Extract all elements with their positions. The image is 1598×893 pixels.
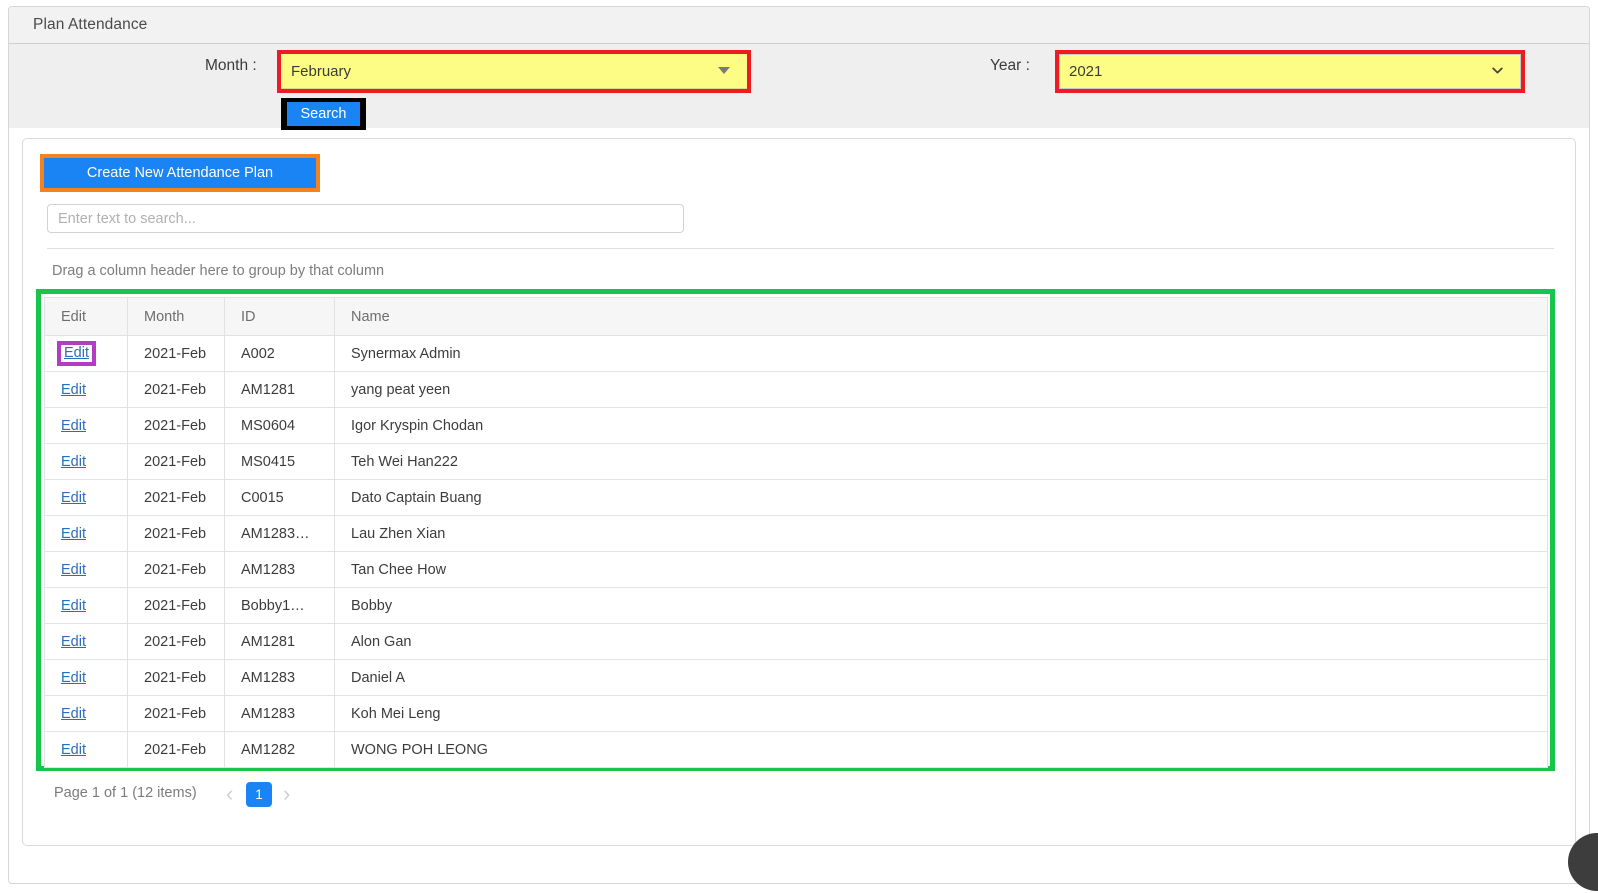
column-header-month[interactable]: Month xyxy=(127,297,225,336)
pagination-info: Page 1 of 1 (12 items) xyxy=(54,785,197,801)
table-row: Edit 2021-Feb AM1281 Alon Gan xyxy=(44,623,1548,660)
cell-name: Synermax Admin xyxy=(334,335,1548,372)
cell-id: C0015 xyxy=(224,479,335,516)
edit-link[interactable]: Edit xyxy=(61,598,86,614)
cell-month: 2021-Feb xyxy=(127,695,225,732)
cell-month: 2021-Feb xyxy=(127,443,225,480)
cell-month: 2021-Feb xyxy=(127,479,225,516)
cell-edit: Edit xyxy=(44,515,128,552)
cell-month: 2021-Feb xyxy=(127,371,225,408)
cell-month: 2021-Feb xyxy=(127,335,225,372)
table-row: Edit 2021-Feb MS0604 Igor Kryspin Chodan xyxy=(44,407,1548,444)
table-row: Edit 2021-Feb AM1281 yang peat yeen xyxy=(44,371,1548,408)
window-title-bar: Plan Attendance xyxy=(9,7,1589,44)
edit-link[interactable]: Edit xyxy=(61,454,86,470)
cell-edit: Edit xyxy=(44,551,128,588)
table-row: Edit 2021-Feb A002 Synermax Admin xyxy=(44,335,1548,372)
cell-name: Bobby xyxy=(334,587,1548,624)
cell-id: AM1281 xyxy=(224,371,335,408)
cell-edit: Edit xyxy=(44,335,128,372)
pagination-prev-icon[interactable]: ‹ xyxy=(226,783,233,805)
cell-month: 2021-Feb xyxy=(127,515,225,552)
cell-month: 2021-Feb xyxy=(127,587,225,624)
page-title: Plan Attendance xyxy=(33,16,148,33)
table-row: Edit 2021-Feb Bobby1… Bobby xyxy=(44,587,1548,624)
cell-edit: Edit xyxy=(44,623,128,660)
table-row: Edit 2021-Feb AM1283 Daniel A xyxy=(44,659,1548,696)
cell-edit: Edit xyxy=(44,695,128,732)
toolbar-divider xyxy=(47,248,1554,249)
table-row: Edit 2021-Feb C0015 Dato Captain Buang xyxy=(44,479,1548,516)
cell-edit: Edit xyxy=(44,479,128,516)
cell-month: 2021-Feb xyxy=(127,623,225,660)
cell-edit: Edit xyxy=(44,443,128,480)
cell-edit: Edit xyxy=(44,659,128,696)
cell-name: Tan Chee How xyxy=(334,551,1548,588)
cell-edit: Edit xyxy=(44,371,128,408)
table-header-row: Edit Month ID Name xyxy=(44,297,1548,336)
table-row: Edit 2021-Feb MS0415 Teh Wei Han222 xyxy=(44,443,1548,480)
edit-link[interactable]: Edit xyxy=(61,526,86,542)
cell-id: AM1283 xyxy=(224,695,335,732)
cell-id: AM1283… xyxy=(224,515,335,552)
table-row: Edit 2021-Feb AM1283… Lau Zhen Xian xyxy=(44,515,1548,552)
create-new-attendance-plan-button[interactable]: Create New Attendance Plan xyxy=(44,158,316,188)
month-select[interactable]: February xyxy=(281,54,747,89)
attendance-grid-body: Edit 2021-Feb A002 Synermax Admin Edit 2… xyxy=(44,335,1548,768)
cell-month: 2021-Feb xyxy=(127,731,225,768)
year-label: Year : xyxy=(990,57,1030,74)
cell-name: Daniel A xyxy=(334,659,1548,696)
cell-name: Alon Gan xyxy=(334,623,1548,660)
cell-name: yang peat yeen xyxy=(334,371,1548,408)
month-label: Month : xyxy=(205,57,257,74)
cell-edit: Edit xyxy=(44,731,128,768)
edit-link[interactable]: Edit xyxy=(61,634,86,650)
cell-name: Koh Mei Leng xyxy=(334,695,1548,732)
cell-month: 2021-Feb xyxy=(127,407,225,444)
cell-id: AM1281 xyxy=(224,623,335,660)
edit-link[interactable]: Edit xyxy=(61,382,86,398)
edit-link[interactable]: Edit xyxy=(61,562,86,578)
cell-id: MS0415 xyxy=(224,443,335,480)
cell-name: Lau Zhen Xian xyxy=(334,515,1548,552)
cell-edit: Edit xyxy=(44,587,128,624)
pagination-next-icon[interactable]: › xyxy=(283,783,290,805)
edit-link[interactable]: Edit xyxy=(61,742,86,758)
edit-link[interactable]: Edit xyxy=(61,670,86,686)
cell-id: AM1283 xyxy=(224,659,335,696)
edit-link[interactable]: Edit xyxy=(61,706,86,722)
cell-name: Igor Kryspin Chodan xyxy=(334,407,1548,444)
table-row: Edit 2021-Feb AM1283 Koh Mei Leng xyxy=(44,695,1548,732)
pagination-page-1[interactable]: 1 xyxy=(246,782,272,807)
edit-highlight-box: Edit xyxy=(57,341,96,366)
table-row: Edit 2021-Feb AM1283 Tan Chee How xyxy=(44,551,1548,588)
cell-id: Bobby1… xyxy=(224,587,335,624)
cell-id: A002 xyxy=(224,335,335,372)
table-row: Edit 2021-Feb AM1282 WONG POH LEONG xyxy=(44,731,1548,768)
cell-name: WONG POH LEONG xyxy=(334,731,1548,768)
column-header-name[interactable]: Name xyxy=(334,297,1548,336)
search-button[interactable]: Search xyxy=(287,102,360,126)
grid-search-input[interactable] xyxy=(47,204,684,233)
page-root: Plan Attendance Month : February Year : … xyxy=(0,0,1598,893)
edit-link[interactable]: Edit xyxy=(61,418,86,434)
edit-link[interactable]: Edit xyxy=(61,490,86,506)
column-header-id[interactable]: ID xyxy=(224,297,335,336)
cell-id: MS0604 xyxy=(224,407,335,444)
cell-month: 2021-Feb xyxy=(127,551,225,588)
cell-id: AM1283 xyxy=(224,551,335,588)
cell-name: Dato Captain Buang xyxy=(334,479,1548,516)
edit-link[interactable]: Edit xyxy=(64,345,89,361)
attendance-grid: Edit Month ID Name Edit 2021-Feb A002 Sy… xyxy=(44,297,1548,768)
year-select[interactable]: 2021 xyxy=(1059,54,1521,89)
cell-name: Teh Wei Han222 xyxy=(334,443,1548,480)
cell-month: 2021-Feb xyxy=(127,659,225,696)
group-panel-hint: Drag a column header here to group by th… xyxy=(52,263,385,279)
cell-id: AM1282 xyxy=(224,731,335,768)
column-header-edit[interactable]: Edit xyxy=(44,297,128,336)
cell-edit: Edit xyxy=(44,407,128,444)
